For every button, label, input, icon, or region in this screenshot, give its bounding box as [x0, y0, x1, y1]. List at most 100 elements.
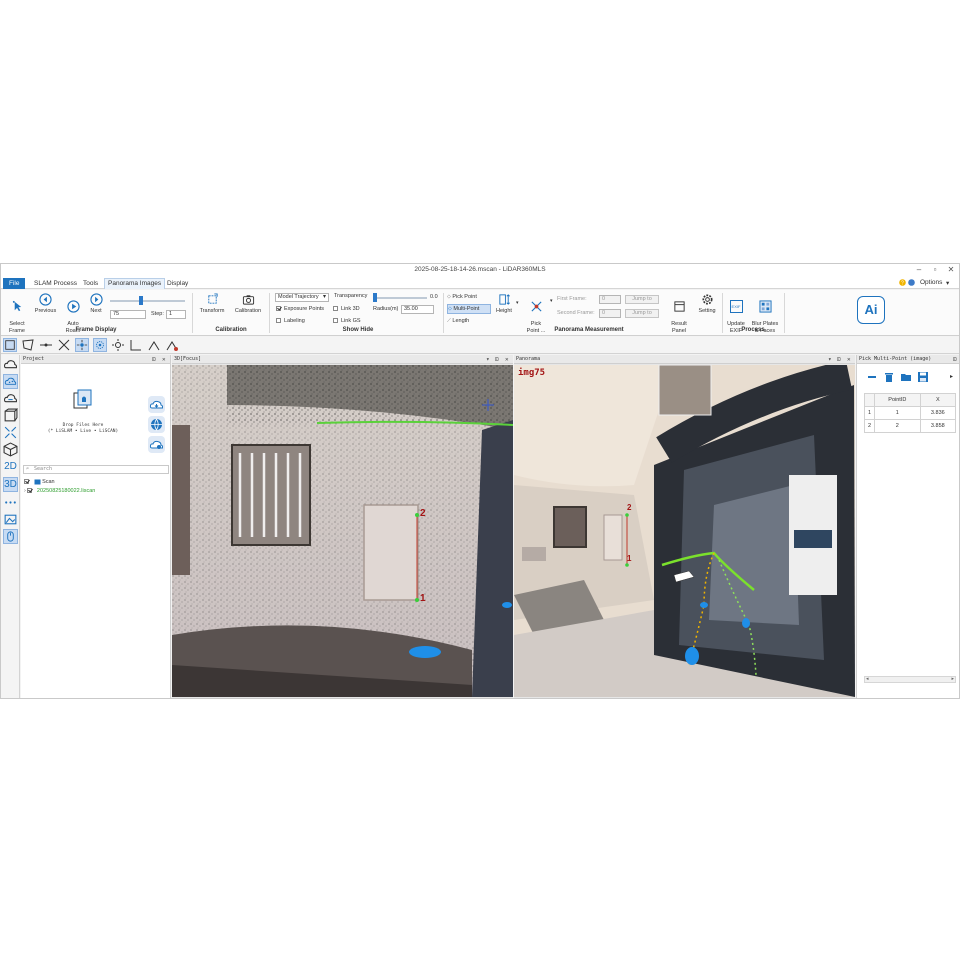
search-input[interactable]: ⌕ Search: [23, 465, 169, 474]
cloud-points-icon[interactable]: [3, 374, 18, 389]
trajectory-dropdown[interactable]: Model Trajectory: [275, 293, 329, 302]
menu-slam-process[interactable]: SLAM Process: [31, 278, 80, 289]
setting-button[interactable]: Setting: [695, 293, 719, 315]
chevron-down-icon[interactable]: ▾: [946, 279, 949, 287]
checkbox-checked[interactable]: [27, 488, 33, 494]
maximize-button[interactable]: ▫: [927, 265, 943, 274]
image-icon[interactable]: [3, 512, 18, 527]
panorama-canvas[interactable]: [514, 365, 855, 697]
rectangle-select-icon[interactable]: [3, 338, 17, 352]
save-icon[interactable]: [917, 371, 929, 383]
cross-select-icon[interactable]: [57, 338, 71, 352]
2d-view-icon[interactable]: 2D: [3, 460, 18, 475]
pin-icon[interactable]: ⊡: [953, 355, 957, 364]
drop-zone[interactable]: Drop Files Here (* LiSLAM • Live • LiSCA…: [23, 367, 143, 452]
folder-open-icon[interactable]: [900, 371, 912, 383]
close-button[interactable]: ✕: [943, 265, 959, 274]
first-frame-input[interactable]: 0: [599, 295, 621, 304]
mouse-icon[interactable]: [3, 529, 18, 544]
axis-icon[interactable]: [129, 338, 143, 352]
second-frame-input[interactable]: 0: [599, 309, 621, 318]
checkbox-unchecked[interactable]: [333, 306, 338, 312]
scroll-right-icon[interactable]: ▸: [951, 676, 954, 682]
minimize-button[interactable]: –: [911, 265, 927, 274]
menu-file[interactable]: File: [3, 278, 26, 289]
float-icon[interactable]: ⊡: [495, 355, 499, 364]
menu-tools[interactable]: Tools: [80, 278, 101, 289]
help-icon[interactable]: ?: [899, 279, 906, 288]
polygon-select-icon[interactable]: [21, 338, 35, 352]
checkbox-checked[interactable]: [276, 306, 281, 312]
chevron-down-icon[interactable]: ▾: [828, 355, 832, 364]
close-icon[interactable]: ✕: [505, 355, 509, 364]
frame-slider-thumb[interactable]: [139, 296, 143, 305]
point-cloud-canvas[interactable]: [172, 365, 513, 697]
cloud-settings-icon[interactable]: [148, 436, 165, 453]
radius-input[interactable]: 35.00: [401, 305, 434, 314]
first-jump-to-button[interactable]: Jump to: [625, 295, 659, 304]
pin-icon[interactable]: ⊡: [152, 355, 156, 364]
table-row[interactable]: 2 2 3.858: [864, 419, 957, 433]
pick-point-button[interactable]: ⬦ Pick Point: [447, 293, 491, 302]
line-select-icon[interactable]: [39, 338, 53, 352]
3d-view-icon[interactable]: 3D: [3, 477, 18, 492]
multi-point-button[interactable]: ⬦ Multi-Point: [447, 304, 491, 314]
menu-panorama-images[interactable]: Panorama Images: [104, 278, 166, 289]
options-menu[interactable]: Options: [920, 279, 942, 286]
chevron-down-icon[interactable]: ▾: [516, 300, 519, 306]
box-icon[interactable]: [3, 408, 18, 423]
chevron-right-icon[interactable]: ›: [24, 488, 26, 494]
result-panel-button[interactable]: Result Panel: [666, 293, 692, 334]
calibration-button[interactable]: Calibration: [231, 293, 265, 315]
float-icon[interactable]: ⊡: [837, 355, 841, 364]
frame-slider[interactable]: [110, 300, 185, 302]
globe-icon[interactable]: [148, 416, 165, 433]
measure-icon[interactable]: [147, 338, 161, 352]
cloud-import-icon[interactable]: [148, 396, 165, 413]
chevron-down-icon[interactable]: ▾: [323, 293, 326, 300]
table-row[interactable]: 1 1 3.836: [864, 406, 957, 420]
second-jump-to-button[interactable]: Jump to: [625, 309, 659, 318]
chevron-down-icon[interactable]: ▾: [486, 355, 490, 364]
labeling-checkbox[interactable]: Labeling: [276, 318, 305, 324]
step-input[interactable]: 1: [166, 310, 186, 319]
close-icon[interactable]: ✕: [847, 355, 851, 364]
chevron-right-icon[interactable]: ▸: [950, 373, 953, 380]
scroll-left-icon[interactable]: ◂: [866, 676, 869, 682]
cloud-icon[interactable]: [3, 357, 18, 372]
cloud-filter-icon[interactable]: [3, 391, 18, 406]
previous-button[interactable]: Previous: [32, 293, 59, 315]
tree-item-scan[interactable]: Scan: [24, 478, 55, 486]
transform-button[interactable]: Transform: [196, 293, 228, 315]
length-button[interactable]: ⟋ Length: [447, 317, 491, 326]
cube-icon[interactable]: [3, 442, 18, 457]
checkbox-checked[interactable]: [24, 479, 29, 485]
transparency-slider-thumb[interactable]: [373, 293, 377, 302]
select-frame-button[interactable]: Select Frame: [4, 293, 30, 334]
transparency-slider[interactable]: [373, 297, 427, 299]
sun-icon[interactable]: [111, 338, 125, 352]
ai-assistant-button[interactable]: Ai: [857, 296, 885, 324]
menu-display[interactable]: Display: [164, 278, 191, 289]
clear-measure-icon[interactable]: [165, 338, 179, 352]
minus-icon[interactable]: [866, 371, 878, 383]
dots-icon[interactable]: [3, 495, 18, 510]
pick-point-more-button[interactable]: Pick Point ...: [523, 293, 549, 334]
region-select-icon[interactable]: [93, 338, 107, 352]
exposure-points-checkbox[interactable]: Exposure Points: [276, 306, 324, 312]
point-select-icon[interactable]: [75, 338, 89, 352]
trash-icon[interactable]: [883, 371, 895, 383]
close-icon[interactable]: ✕: [162, 355, 166, 364]
checkbox-unchecked[interactable]: [276, 318, 281, 324]
next-button[interactable]: Next: [86, 293, 106, 315]
height-button[interactable]: Height: [493, 293, 515, 315]
checkbox-unchecked[interactable]: [333, 318, 338, 324]
frame-input[interactable]: 75: [110, 310, 146, 319]
chevron-down-icon[interactable]: ▾: [550, 298, 553, 304]
link-3d-checkbox[interactable]: Link 3D: [333, 306, 360, 312]
expand-icon[interactable]: [3, 425, 18, 440]
link-gs-checkbox[interactable]: Link GS: [333, 318, 361, 324]
tree-item-liscan-file[interactable]: › 20250825180022.liscan: [24, 487, 95, 495]
theme-icon[interactable]: [908, 279, 915, 288]
horizontal-scrollbar[interactable]: ◂ ▸: [864, 676, 956, 683]
